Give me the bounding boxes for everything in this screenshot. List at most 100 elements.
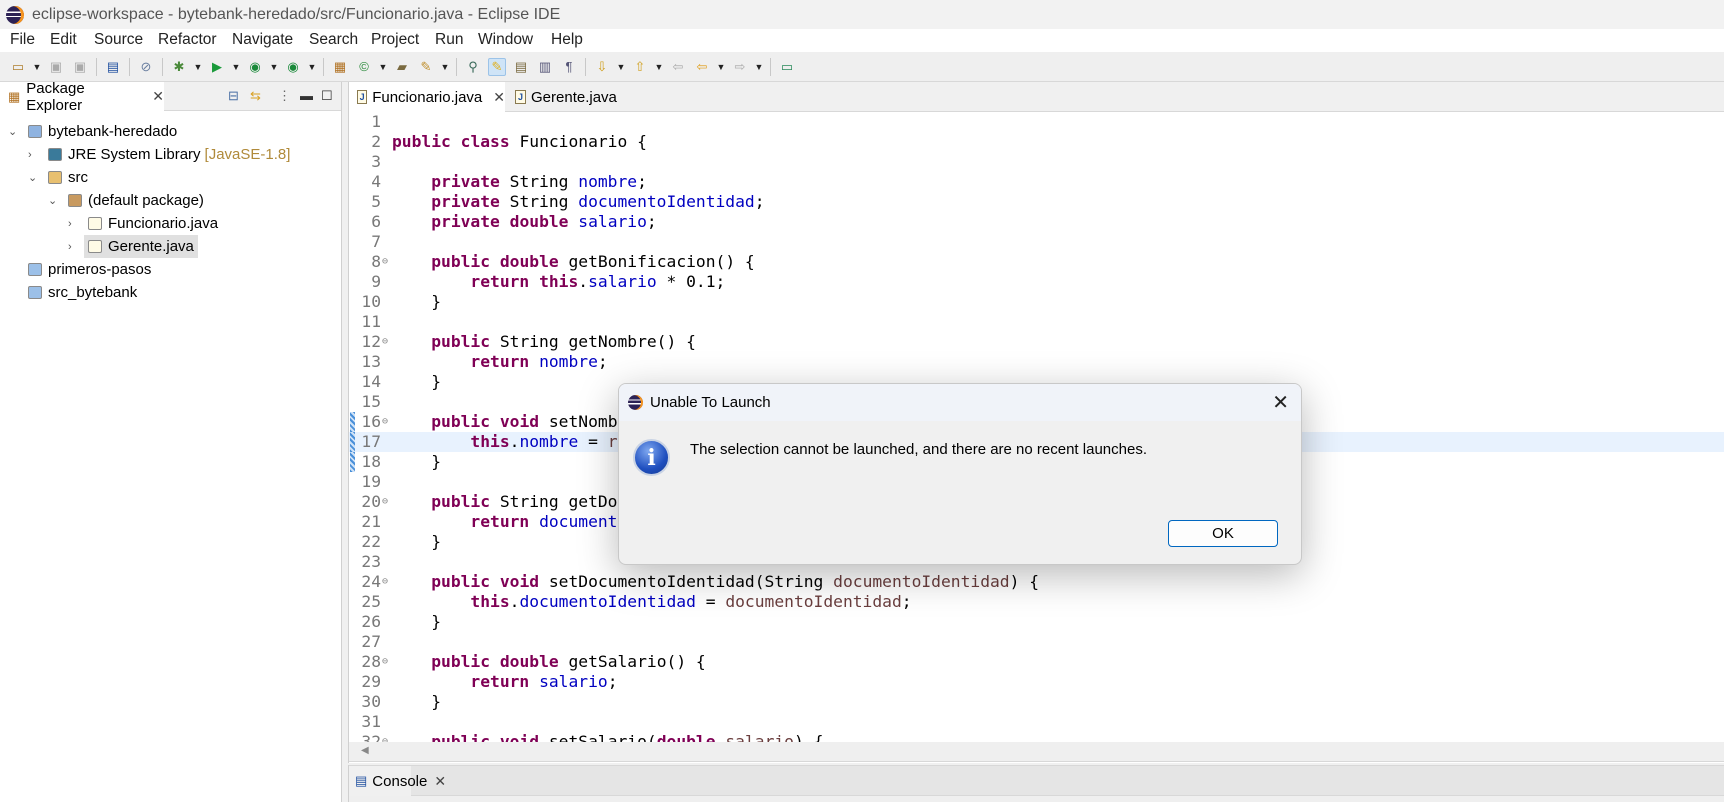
- pin-editor-icon[interactable]: ▭: [778, 58, 796, 76]
- close-icon[interactable]: ✕: [434, 773, 446, 790]
- menu-help[interactable]: Help: [551, 31, 583, 49]
- code-line[interactable]: 4 private String nombre;: [349, 172, 1724, 192]
- code-line[interactable]: 24 ⊖ public void setDocumentoIdentidad(St…: [349, 572, 1724, 592]
- code-line[interactable]: 8 ⊖ public double getBonificacion() {: [349, 252, 1724, 272]
- fold-collapse-icon[interactable]: ⊖: [382, 652, 388, 672]
- code-line[interactable]: 9 return this.salario * 0.1;: [349, 272, 1724, 292]
- fold-collapse-icon[interactable]: ⊖: [382, 572, 388, 592]
- run-icon[interactable]: ▶: [208, 58, 226, 76]
- tab-funcionario-java[interactable]: J Funcionario.java ✕: [349, 82, 505, 112]
- save-all-icon[interactable]: ▣: [71, 58, 89, 76]
- tab-gerente-java[interactable]: J Gerente.java: [515, 82, 617, 112]
- code-line[interactable]: 5 private String documentoIdentidad;: [349, 192, 1724, 212]
- minimize-icon[interactable]: ▬: [300, 88, 313, 103]
- dropdown-arrow-icon[interactable]: ▼: [193, 58, 203, 76]
- coverage-icon[interactable]: ◉: [246, 58, 264, 76]
- dropdown-arrow-icon[interactable]: ▼: [231, 58, 241, 76]
- view-menu-icon[interactable]: ⋮: [278, 88, 291, 104]
- toggle-breadcrumb-icon[interactable]: ⚲: [464, 58, 482, 76]
- tree-item[interactable]: › Funcionario.java: [68, 212, 222, 235]
- tree-item[interactable]: primeros-pasos: [24, 258, 155, 281]
- tree-item[interactable]: › JRE System Library [JavaSE-1.8]: [28, 143, 294, 166]
- code-line[interactable]: 29 return salario;: [349, 672, 1724, 692]
- close-icon[interactable]: ✕: [1272, 390, 1289, 415]
- new-java-class-icon[interactable]: ©: [355, 58, 373, 76]
- code-line[interactable]: 1: [349, 112, 1724, 132]
- fold-collapse-icon[interactable]: ⊖: [382, 492, 388, 512]
- code-line[interactable]: 7: [349, 232, 1724, 252]
- menu-project[interactable]: Project: [371, 31, 419, 49]
- tree-item[interactable]: ⌄ src: [28, 166, 92, 189]
- code-line[interactable]: 25 this.documentoIdentidad = documentoId…: [349, 592, 1724, 612]
- word-wrap-icon[interactable]: ▥: [536, 58, 554, 76]
- new-icon[interactable]: ▭: [9, 58, 27, 76]
- chevron-down-icon[interactable]: ⌄: [8, 125, 17, 138]
- close-icon[interactable]: ✕: [152, 88, 164, 105]
- menu-refactor[interactable]: Refactor: [158, 31, 217, 49]
- menu-source[interactable]: Source: [94, 31, 143, 49]
- close-icon[interactable]: ✕: [493, 89, 505, 106]
- mark-occurrences-icon[interactable]: ✎: [488, 57, 506, 76]
- scroll-left-icon[interactable]: ◀: [361, 745, 369, 756]
- code-line[interactable]: 28 ⊖ public double getSalario() {: [349, 652, 1724, 672]
- collapse-all-icon[interactable]: ⊟: [228, 88, 239, 104]
- code-line[interactable]: 30 }: [349, 692, 1724, 712]
- maximize-icon[interactable]: ☐: [321, 88, 333, 104]
- fold-collapse-icon[interactable]: ⊖: [382, 732, 388, 742]
- tab-package-explorer[interactable]: ▦ Package Explorer ✕: [0, 80, 164, 114]
- code-line[interactable]: 27: [349, 632, 1724, 652]
- menu-run[interactable]: Run: [435, 31, 463, 49]
- code-line[interactable]: 10 }: [349, 292, 1724, 312]
- fold-collapse-icon[interactable]: ⊖: [382, 252, 388, 272]
- chevron-right-icon[interactable]: ›: [28, 149, 32, 161]
- save-icon[interactable]: ▣: [47, 58, 65, 76]
- next-annotation-icon[interactable]: ⇩: [593, 58, 611, 76]
- code-line[interactable]: 12 ⊖ public String getNombre() {: [349, 332, 1724, 352]
- chevron-right-icon[interactable]: ›: [68, 241, 72, 253]
- menu-file[interactable]: File: [10, 31, 35, 49]
- dropdown-arrow-icon[interactable]: ▼: [269, 58, 279, 76]
- menu-navigate[interactable]: Navigate: [232, 31, 293, 49]
- terminal-icon[interactable]: ▤: [104, 58, 122, 76]
- code-line[interactable]: 11: [349, 312, 1724, 332]
- dropdown-arrow-icon[interactable]: ▼: [616, 58, 626, 76]
- code-line[interactable]: 3: [349, 152, 1724, 172]
- search-icon[interactable]: ✎: [417, 58, 435, 76]
- dropdown-arrow-icon[interactable]: ▼: [378, 58, 388, 76]
- tree-item[interactable]: ⌄ bytebank-heredado: [8, 120, 181, 143]
- back-icon[interactable]: ⇦: [693, 58, 711, 76]
- last-edit-icon[interactable]: ⇦: [669, 58, 687, 76]
- tab-console[interactable]: ▤ Console ✕: [349, 766, 446, 796]
- code-line[interactable]: 6 private double salario;: [349, 212, 1724, 232]
- menu-edit[interactable]: Edit: [50, 31, 77, 49]
- chevron-right-icon[interactable]: ›: [68, 218, 72, 230]
- menu-search[interactable]: Search: [309, 31, 358, 49]
- fold-collapse-icon[interactable]: ⊖: [382, 332, 388, 352]
- open-type-icon[interactable]: ▰: [393, 58, 411, 76]
- block-selection-icon[interactable]: ▤: [512, 58, 530, 76]
- forward-icon[interactable]: ⇨: [731, 58, 749, 76]
- code-line[interactable]: 2 public class Funcionario {: [349, 132, 1724, 152]
- dropdown-arrow-icon[interactable]: ▼: [440, 58, 450, 76]
- chevron-down-icon[interactable]: ⌄: [28, 171, 37, 184]
- dropdown-arrow-icon[interactable]: ▼: [307, 58, 317, 76]
- dropdown-arrow-icon[interactable]: ▼: [716, 58, 726, 76]
- new-java-package-icon[interactable]: ▦: [331, 58, 349, 76]
- dropdown-arrow-icon[interactable]: ▼: [32, 58, 42, 76]
- skip-breakpoints-icon[interactable]: ⊘: [137, 58, 155, 76]
- code-line[interactable]: 26 }: [349, 612, 1724, 632]
- tree-item[interactable]: src_bytebank: [24, 281, 141, 304]
- debug-icon[interactable]: ✱: [170, 58, 188, 76]
- menu-window[interactable]: Window: [478, 31, 533, 49]
- dropdown-arrow-icon[interactable]: ▼: [754, 58, 764, 76]
- fold-collapse-icon[interactable]: ⊖: [382, 412, 388, 432]
- horizontal-scrollbar[interactable]: ◀: [349, 742, 1724, 762]
- tree-item[interactable]: › Gerente.java: [68, 235, 198, 258]
- code-line[interactable]: 32 ⊖ public void setSalario(double salari…: [349, 732, 1724, 742]
- dropdown-arrow-icon[interactable]: ▼: [654, 58, 664, 76]
- tree-item[interactable]: ⌄ (default package): [48, 189, 208, 212]
- external-tools-icon[interactable]: ◉: [284, 58, 302, 76]
- previous-annotation-icon[interactable]: ⇧: [631, 58, 649, 76]
- ok-button[interactable]: OK: [1168, 520, 1278, 547]
- code-line[interactable]: 31: [349, 712, 1724, 732]
